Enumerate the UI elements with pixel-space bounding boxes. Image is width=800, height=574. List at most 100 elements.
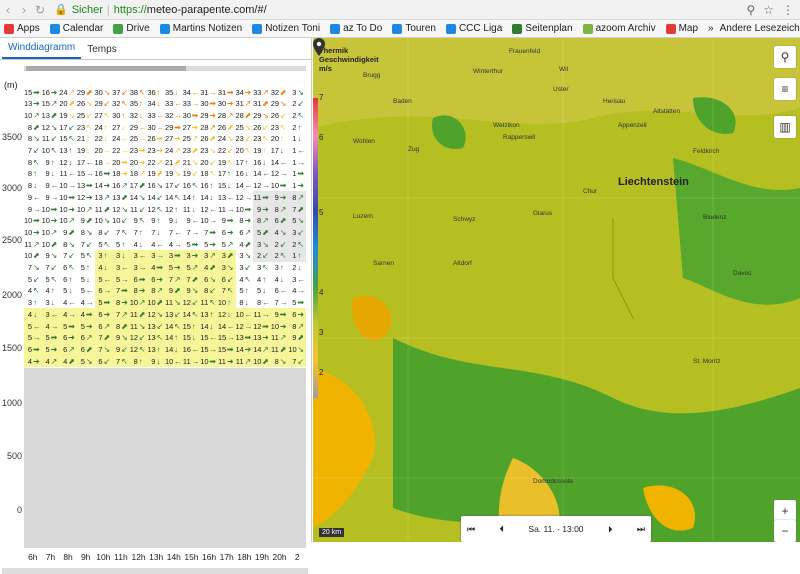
step-forward-icon[interactable]: ⏵ bbox=[608, 524, 613, 535]
other-bookmarks[interactable]: » Andere Lesezeichen bbox=[708, 23, 800, 34]
bookmark-item[interactable]: Calendar bbox=[49, 23, 103, 34]
y-axis-tick: 500 bbox=[6, 451, 22, 461]
bookmark-item[interactable]: Map bbox=[665, 23, 698, 34]
bookmark-item[interactable]: Apps bbox=[4, 23, 40, 34]
zoom-out-button[interactable]: − bbox=[774, 520, 796, 542]
wind-speed: 17 bbox=[76, 157, 86, 167]
wind-arrow-icon: ↑ bbox=[121, 239, 126, 249]
bookmark-item[interactable]: Touren bbox=[392, 23, 436, 34]
bookmarks-more-icon[interactable]: » bbox=[708, 23, 714, 34]
forward-icon[interactable]: › bbox=[16, 3, 32, 17]
town-label: Luzern bbox=[353, 213, 373, 220]
wind-row: 10 ⬈ 9 ↘ 7 ↙ 5 ↖ 3 ↑ 3 ↓ 3 ← 3 → 3 ➡ 3 ➜ 3 ↗ 3 ⬈ 3 ↘ 2 ↙ 2 ↖ 1 ↑ bbox=[24, 249, 306, 262]
wind-arrow-icon: ← bbox=[279, 286, 288, 296]
x-axis-tick: 18h bbox=[237, 552, 252, 562]
wind-speed: 23 bbox=[182, 146, 191, 155]
wind-speed: 7 bbox=[168, 274, 173, 284]
wind-speed: 5 bbox=[27, 274, 32, 284]
location-pin-icon[interactable] bbox=[313, 38, 325, 56]
horizontal-scrollbar[interactable] bbox=[2, 568, 308, 574]
x-axis-tick: 20h bbox=[272, 552, 287, 562]
wind-arrow-icon: ↑ bbox=[103, 122, 108, 132]
zoom-in-button[interactable]: + bbox=[774, 500, 796, 522]
bookmark-item[interactable]: Seitenplan bbox=[512, 23, 573, 34]
wind-arrow-icon: ↑ bbox=[33, 169, 37, 179]
wind-cell: 27 ↖ bbox=[95, 109, 113, 121]
top-scrollbar[interactable] bbox=[24, 66, 306, 71]
bookmark-item[interactable]: Notizen Toni bbox=[252, 23, 320, 34]
skip-first-icon[interactable]: ⏮ bbox=[467, 524, 475, 535]
wind-cell: 4 ↓ bbox=[271, 273, 289, 285]
star-icon[interactable]: ☆ bbox=[763, 3, 774, 17]
search-icon[interactable]: ⚲ bbox=[774, 46, 796, 68]
wind-arrow-icon: ↗ bbox=[297, 321, 305, 331]
wind-speed: 24 bbox=[59, 87, 68, 97]
wind-speed: 29 bbox=[76, 87, 86, 97]
wind-speed: 4 bbox=[292, 286, 297, 296]
bookmark-item[interactable]: Martins Notizen bbox=[159, 23, 242, 34]
bookmark-item[interactable]: CCC Liga bbox=[445, 23, 502, 34]
wind-row: 9 ← 9 → 10 ➡ 12 ➜ 13 ↗ 13 ⬈ 14 ↘ 14 ↙ 14 ↖ 14 ↑ 14 ↓ 13 ← 12 → 11 ➡… bbox=[24, 191, 306, 204]
wind-cell: 15 ↖ bbox=[59, 133, 77, 145]
time-controls: ⏮ ⏴ Sa. 11. - 13:00 ⏵ ⏭ bbox=[461, 516, 651, 542]
wind-speed: 10 bbox=[94, 216, 103, 226]
wind-cell: 14 ↖ bbox=[182, 308, 201, 321]
wind-speed: 37 bbox=[112, 87, 121, 97]
wind-speed: 14 bbox=[235, 181, 244, 191]
wind-arrow-icon: ← bbox=[156, 239, 165, 249]
wind-arrow-icon: ← bbox=[68, 169, 77, 179]
bookmark-label: azoom Archiv bbox=[595, 23, 656, 34]
wind-cell: 23 ↖ bbox=[271, 121, 289, 133]
wind-row: 15 ➡ 16 ➜ 24 ↗ 29 ⬈ 30 ↘ 37 ↙ 38 ↖ 36 ↑ 35 ↓ 34 ← 31 → 31 ➡ 34 ➜ 3… bbox=[24, 86, 306, 98]
wind-cell: 34 ➜ bbox=[236, 86, 254, 98]
wind-arrow-icon: ↙ bbox=[138, 333, 146, 343]
x-axis-tick: 6h bbox=[28, 552, 38, 562]
wind-speed: 11 bbox=[235, 356, 244, 366]
wind-cell: 9 ➡ bbox=[218, 215, 236, 227]
tab-temps[interactable]: Temps bbox=[81, 40, 122, 59]
wind-arrow-icon: ➡ bbox=[68, 321, 75, 331]
wind-speed: 24 bbox=[94, 122, 103, 132]
wind-speed: 20 bbox=[200, 157, 209, 167]
wind-speed: 5 bbox=[256, 227, 262, 237]
wind-arrow-icon: ↙ bbox=[138, 204, 146, 214]
wind-cell: 10 ➡ bbox=[271, 180, 289, 192]
wind-cell: 14 ← bbox=[217, 320, 236, 332]
skip-last-icon[interactable]: ⏭ bbox=[637, 524, 645, 535]
wind-arrow-icon: ⬈ bbox=[121, 321, 128, 331]
wind-speed: 14 bbox=[94, 181, 103, 191]
wind-arrow-icon: ➡ bbox=[297, 298, 305, 308]
wind-cell: 30 ➡ bbox=[200, 98, 218, 110]
bookmark-item[interactable]: azoom Archiv bbox=[582, 23, 656, 34]
wind-cell: 9 ⬈ bbox=[77, 215, 95, 227]
town-label: Rapperswil bbox=[503, 134, 536, 141]
wind-speed: 2 bbox=[256, 251, 262, 261]
step-back-icon[interactable]: ⏴ bbox=[500, 524, 505, 535]
wind-speed: 10 bbox=[41, 204, 50, 214]
wind-speed: 34 bbox=[235, 87, 244, 97]
bookmark-item[interactable]: Drive bbox=[113, 23, 150, 34]
wind-speed: 10 bbox=[24, 227, 33, 237]
zoom-icon[interactable]: ⚲ bbox=[746, 3, 755, 17]
thermal-map[interactable]: Thermik Geschwindigkeit m/s 7 6 5 4 3 2 Fraue… bbox=[313, 38, 800, 542]
wind-cell: 14 ← bbox=[236, 180, 254, 192]
back-icon[interactable]: ‹ bbox=[0, 3, 16, 17]
url-field[interactable]: https://meteo-parapente.com/#/ bbox=[114, 4, 267, 16]
wind-cell: 17 ⬈ bbox=[130, 180, 148, 192]
wind-speed: 10 bbox=[24, 251, 33, 261]
tab-winddiagramm[interactable]: Winddiagramm bbox=[2, 38, 82, 59]
menu-icon[interactable]: ⋮ bbox=[782, 3, 794, 17]
settings-sliders-icon[interactable]: ≡ bbox=[774, 78, 796, 100]
bookmark-item[interactable]: az To Do bbox=[330, 23, 382, 34]
wind-arrow-icon: ↙ bbox=[121, 344, 128, 354]
wind-speed: 14 bbox=[165, 192, 174, 202]
wind-cell: 7 ↘ bbox=[24, 262, 42, 274]
reload-icon[interactable]: ↻ bbox=[32, 3, 48, 17]
chart-icon[interactable]: ▥ bbox=[774, 116, 796, 138]
wind-arrow-icon: ➜ bbox=[138, 157, 146, 167]
wind-cell: 8 ↑ bbox=[129, 355, 148, 368]
scrollbar-thumb[interactable] bbox=[26, 66, 186, 71]
wind-arrow-icon: ➜ bbox=[244, 87, 252, 97]
town-label: Wohlen bbox=[353, 138, 375, 145]
wind-speed: 17 bbox=[165, 181, 174, 191]
